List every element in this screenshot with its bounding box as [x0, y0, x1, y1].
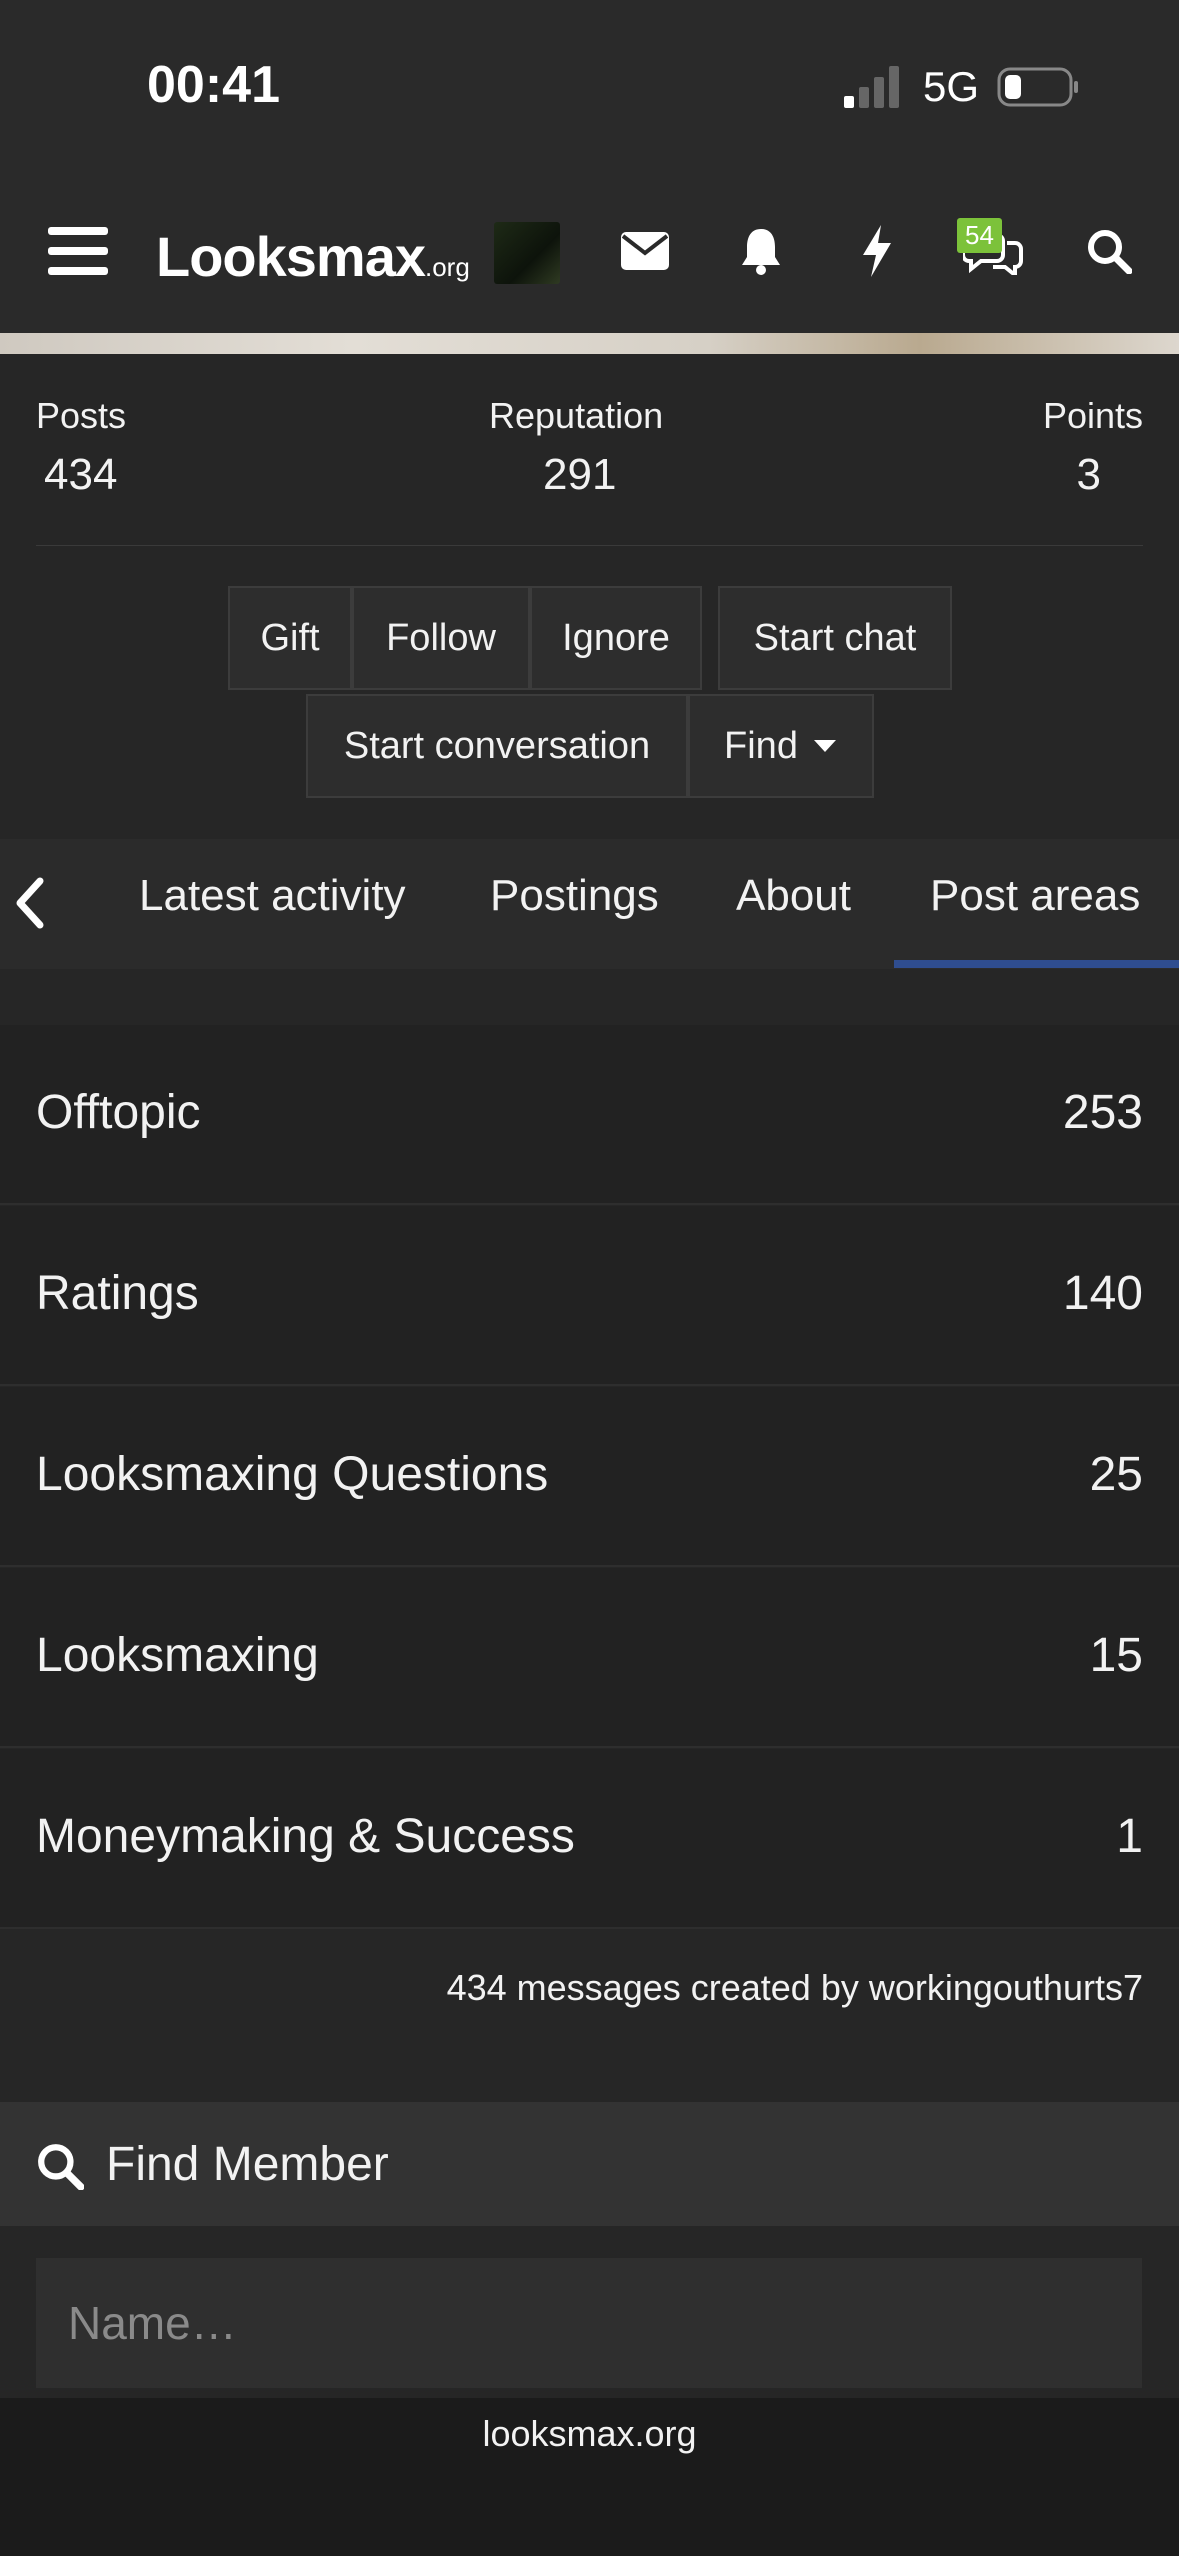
list-item[interactable]: Ratings 140 [0, 1206, 1179, 1386]
mail-icon[interactable] [609, 215, 681, 287]
gift-button[interactable]: Gift [228, 586, 352, 690]
area-count: 1 [1116, 1810, 1143, 1863]
active-tab-indicator [894, 960, 1179, 968]
tab-postings[interactable]: Postings [490, 871, 659, 921]
area-name: Looksmaxing [36, 1629, 319, 1682]
stat-posts-label: Posts [36, 395, 127, 436]
area-name: Moneymaking & Success [36, 1810, 575, 1863]
site-url: looksmax.org [482, 2413, 697, 2454]
list-item[interactable]: Looksmaxing Questions 25 [0, 1387, 1179, 1567]
list-item[interactable]: Moneymaking & Success 1 [0, 1749, 1179, 1929]
start-chat-button[interactable]: Start chat [718, 586, 952, 690]
area-name: Looksmaxing Questions [36, 1448, 549, 1501]
profile-tabs: Latest activity Postings About Post area… [0, 839, 1179, 969]
search-icon [36, 2142, 85, 2195]
start-conversation-button[interactable]: Start conversation [306, 694, 688, 798]
messages-summary-text: 434 messages created by workingouthurts7 [446, 1967, 1143, 2008]
find-label: Find [724, 724, 798, 767]
ignore-button[interactable]: Ignore [530, 586, 702, 690]
chevron-left-icon[interactable] [14, 877, 46, 934]
tab-post-areas[interactable]: Post areas [930, 871, 1140, 921]
stat-posts-value[interactable]: 434 [44, 450, 117, 500]
stat-points-label: Points [1042, 395, 1143, 436]
find-member-title: Find Member [106, 2138, 389, 2191]
stat-reputation-value[interactable]: 291 [543, 450, 616, 500]
divider [36, 545, 1143, 546]
network-type: 5G [923, 63, 980, 110]
conversations-badge: 54 [957, 218, 1002, 253]
search-icon[interactable] [1073, 215, 1145, 287]
messages-summary: 434 messages created by workingouthurts7 [0, 1931, 1179, 2039]
area-name: Ratings [36, 1267, 199, 1320]
member-name-input[interactable] [36, 2258, 1142, 2388]
area-count: 15 [1089, 1629, 1143, 1682]
area-count: 25 [1089, 1448, 1143, 1501]
area-count: 253 [1062, 1086, 1143, 1139]
follow-button[interactable]: Follow [352, 586, 530, 690]
find-dropdown-button[interactable]: Find [688, 694, 874, 798]
site-logo[interactable]: Looksmax.org [156, 224, 470, 289]
menu-icon[interactable] [42, 215, 114, 287]
profile-banner [0, 333, 1179, 354]
bell-icon[interactable] [725, 215, 797, 287]
battery-icon [997, 67, 1078, 107]
area-count: 140 [1062, 1267, 1143, 1320]
list-item[interactable]: Looksmaxing 15 [0, 1568, 1179, 1748]
signal-icon [844, 66, 899, 108]
lightning-icon[interactable] [841, 215, 913, 287]
stat-reputation-label: Reputation [489, 395, 664, 436]
stat-points-value[interactable]: 3 [1077, 450, 1101, 500]
tab-about[interactable]: About [736, 871, 851, 921]
list-item[interactable]: Offtopic 253 [0, 1025, 1179, 1205]
tab-latest-activity[interactable]: Latest activity [139, 871, 406, 921]
status-time: 00:41 [147, 56, 280, 114]
area-name: Offtopic [36, 1086, 201, 1139]
user-avatar[interactable] [494, 222, 560, 284]
caret-down-icon [813, 740, 836, 752]
